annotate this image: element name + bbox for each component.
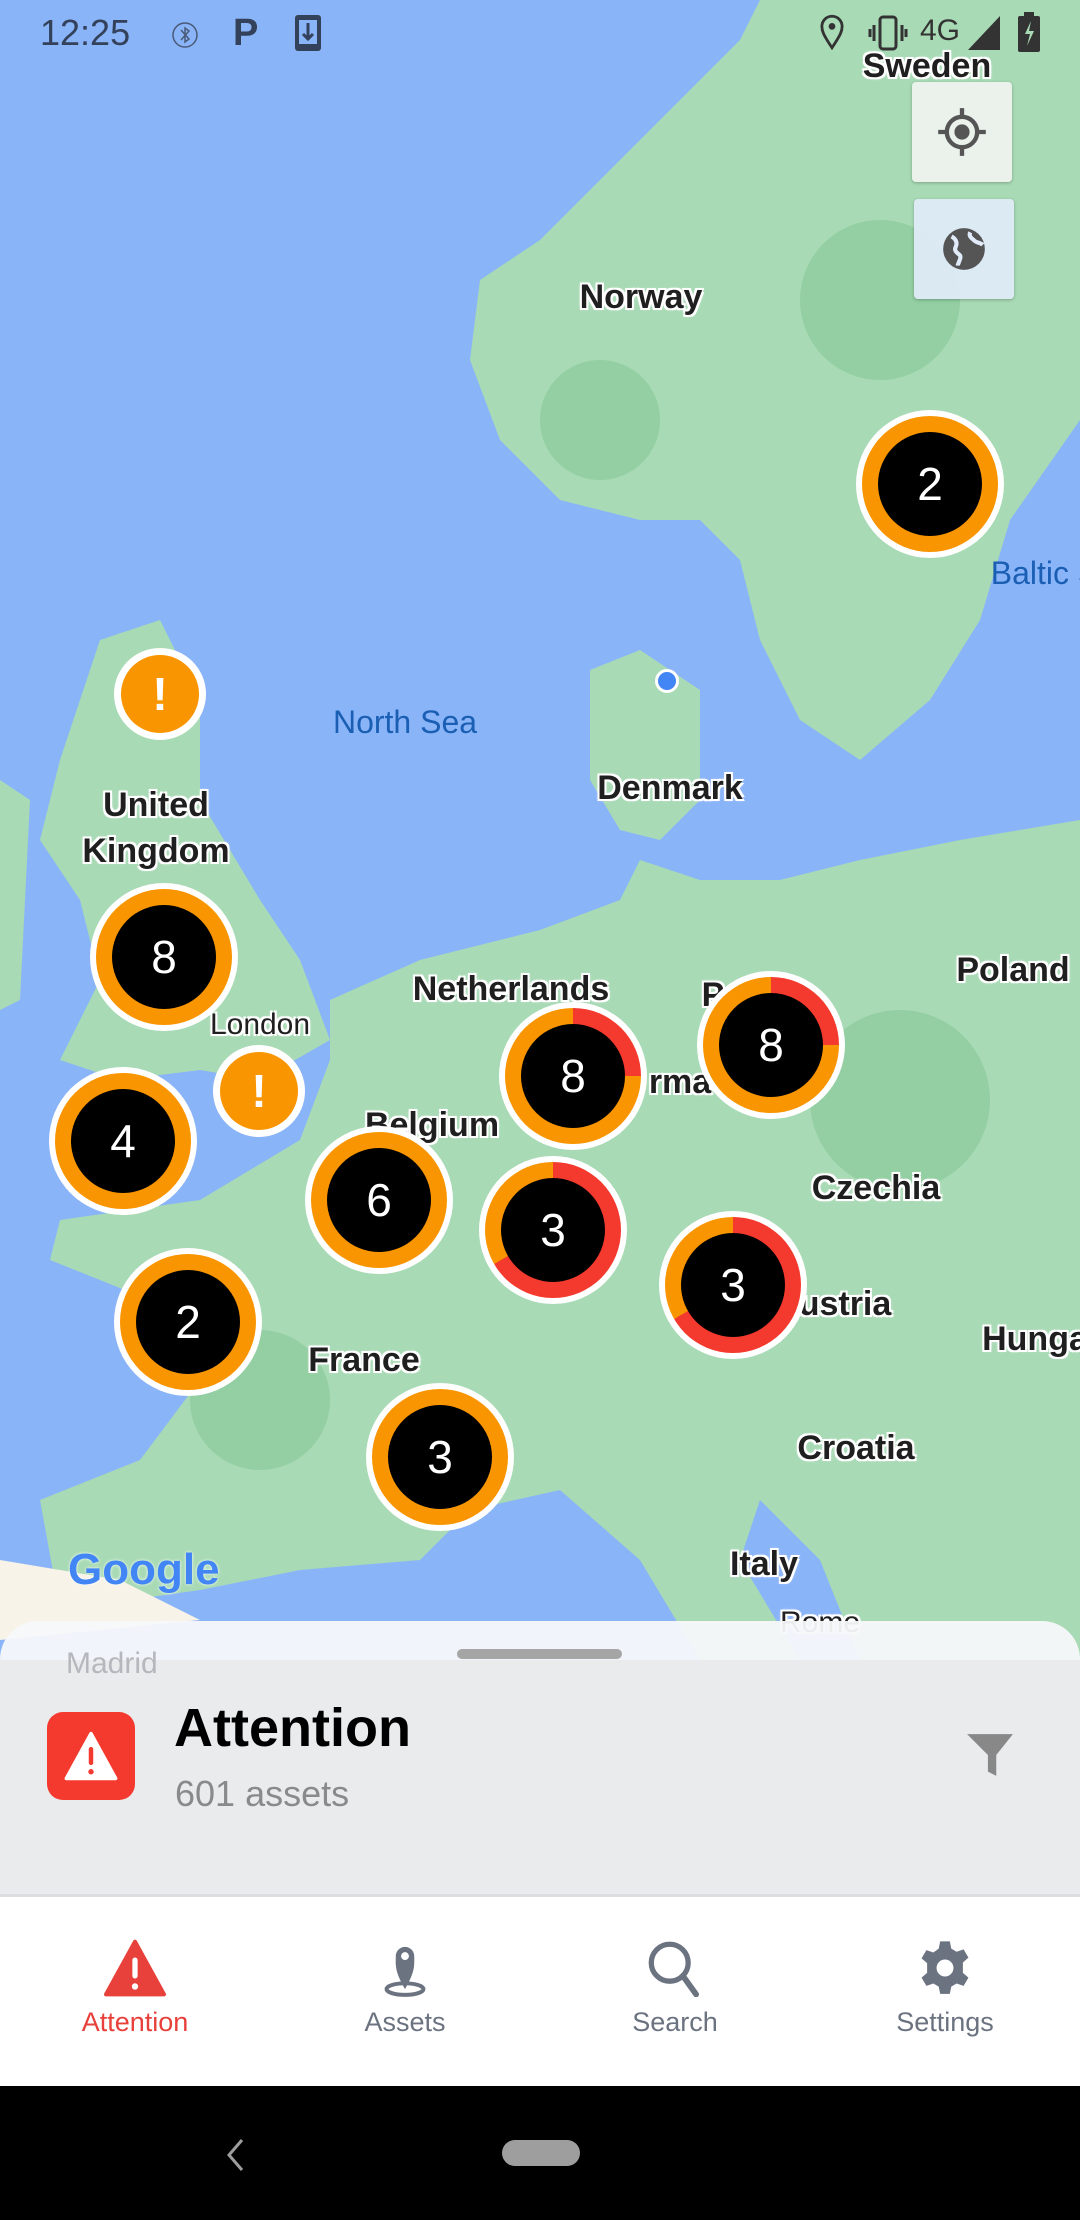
cluster-marker[interactable]: 8 [90, 883, 238, 1031]
my-location-button[interactable] [912, 82, 1012, 182]
tab-label: Attention [81, 2007, 189, 2037]
cluster-marker[interactable]: 2 [856, 410, 1004, 558]
cluster-marker[interactable]: 3 [366, 1383, 514, 1531]
google-logo: Google [68, 1545, 220, 1594]
label-uk-line2: Kingdom [82, 832, 230, 870]
status-time: 12:25 [40, 12, 131, 53]
my-location-dot [655, 669, 679, 693]
filter-icon [967, 1734, 1013, 1776]
label-italy: Italy [729, 1545, 799, 1583]
label-france: France [308, 1341, 420, 1379]
label-london: London [209, 1008, 311, 1041]
label-czechia: Czechia [811, 1169, 941, 1207]
asset-count: 601 assets [175, 1773, 350, 1814]
label-poland: Poland [956, 951, 1070, 989]
home-button[interactable] [502, 2140, 580, 2166]
cluster-marker[interactable]: 4 [49, 1067, 197, 1215]
map-type-button[interactable] [914, 199, 1014, 299]
map-pin-icon [384, 1946, 426, 1997]
warning-triangle-icon [47, 1712, 135, 1800]
label-denmark: Denmark [597, 769, 743, 807]
label-north-sea: North Sea [332, 704, 478, 740]
location-icon [820, 14, 844, 50]
tab-search[interactable]: Search [540, 1897, 810, 2086]
label-austria: ustria [798, 1285, 892, 1323]
tab-assets[interactable]: Assets [270, 1897, 540, 2086]
bottom-sheet[interactable]: Madrid Attention 601 assets [0, 1621, 1080, 1896]
sheet-drag-handle[interactable] [457, 1649, 622, 1659]
cluster-marker[interactable]: 3 [479, 1156, 627, 1304]
label-baltic: Baltic S [990, 555, 1080, 591]
system-navigation-bar [0, 2086, 1080, 2220]
cluster-marker[interactable]: 6 [305, 1126, 453, 1274]
tab-label: Search [632, 2007, 718, 2037]
map-view[interactable]: Sweden Norway Baltic S North Sea Denmark… [0, 0, 1080, 1660]
tab-label: Settings [896, 2007, 994, 2037]
cluster-marker[interactable]: 2 [114, 1248, 262, 1396]
single-alert-marker[interactable]: ! [114, 648, 206, 740]
bluetooth-icon [172, 22, 198, 48]
globe-icon [943, 228, 985, 270]
single-alert-marker[interactable]: ! [213, 1045, 305, 1137]
tab-attention[interactable]: Attention [0, 1897, 270, 2086]
label-croatia: Croatia [797, 1429, 915, 1467]
search-icon [648, 1941, 699, 1997]
vibrate-icon [868, 15, 908, 51]
tab-label: Assets [364, 2007, 446, 2037]
signal-icon [968, 16, 1000, 50]
filter-button[interactable] [955, 1725, 1025, 1785]
cluster-marker[interactable]: 8 [499, 1002, 647, 1150]
crosshair-icon [938, 108, 986, 156]
bottom-navigation: Attention Assets Search Settings [0, 1897, 1080, 2086]
label-norway: Norway [579, 278, 703, 316]
battery-charging-icon [1018, 12, 1040, 52]
parking-app-icon: P [233, 12, 259, 54]
warning-triangle-icon [104, 1939, 166, 1997]
tab-settings[interactable]: Settings [810, 1897, 1080, 2086]
gear-icon [921, 1941, 969, 1994]
cluster-marker[interactable]: 3 [659, 1211, 807, 1359]
download-icon [295, 15, 321, 51]
cluster-marker[interactable]: 8 [697, 971, 845, 1119]
sheet-title: Attention [174, 1698, 411, 1758]
status-bar: 12:25 P 4G [0, 0, 1080, 66]
label-madrid: Madrid [66, 1647, 158, 1680]
back-icon[interactable] [224, 2138, 246, 2172]
label-uk-line1: United [103, 786, 209, 824]
label-hungary: Hunga [982, 1320, 1080, 1358]
network-type: 4G [920, 14, 961, 47]
